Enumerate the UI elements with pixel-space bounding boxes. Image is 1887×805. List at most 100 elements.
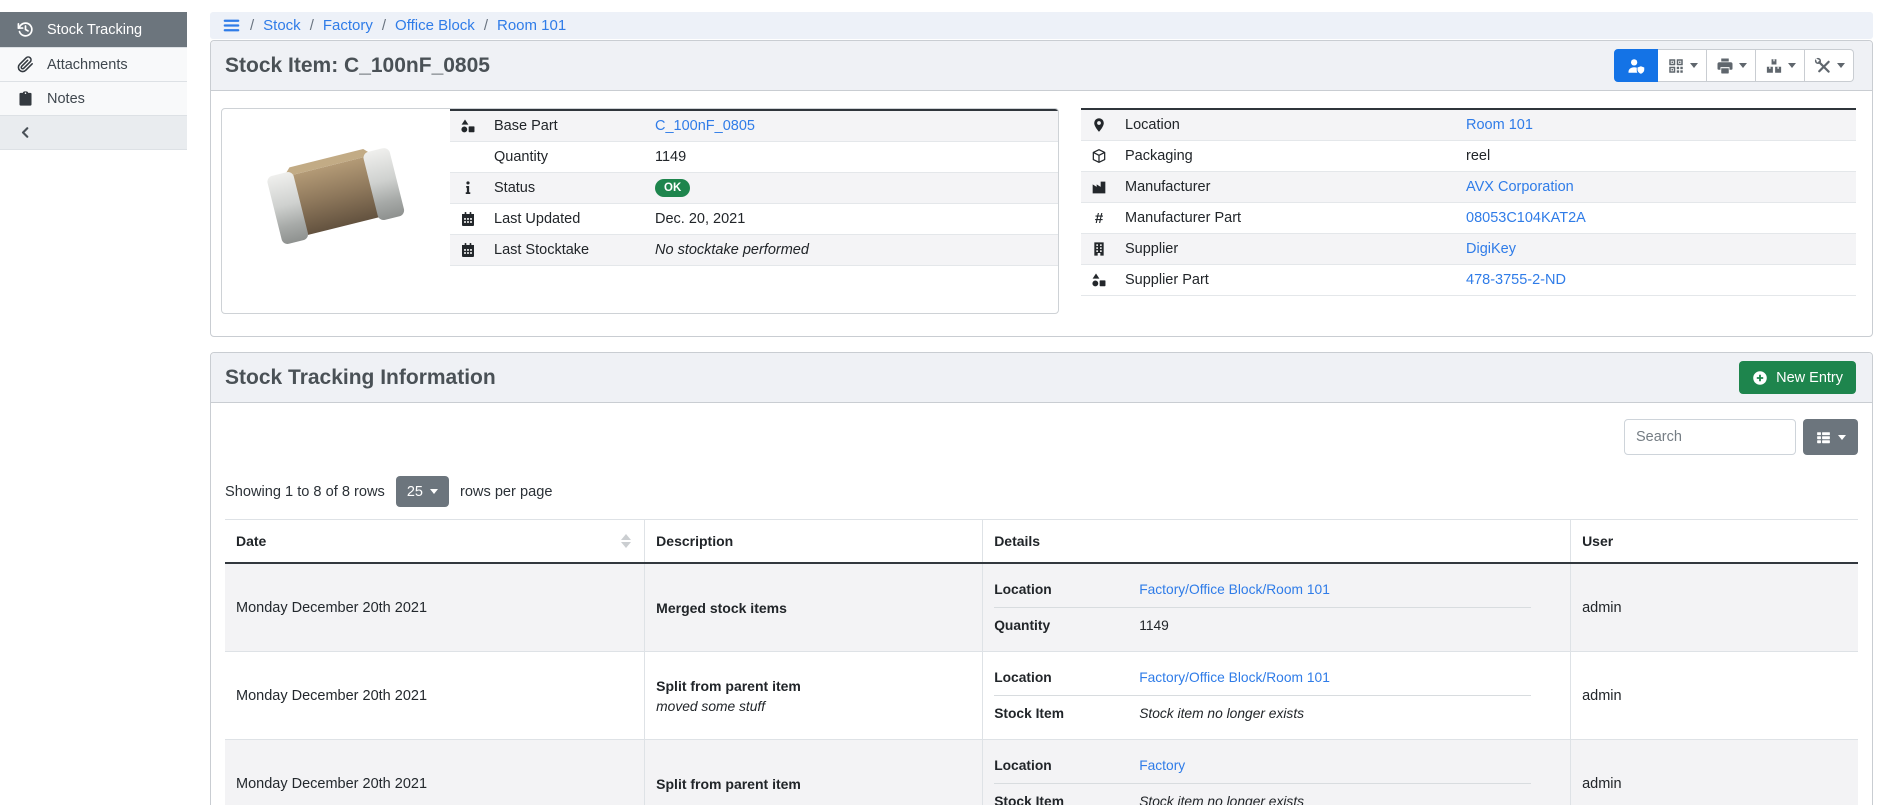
detail-value-quantity: 1149 [655, 149, 686, 165]
detail-row-last-updated: Last UpdatedDec. 20, 2021 [450, 204, 1058, 235]
breadcrumb-link-room-101[interactable]: Room 101 [497, 17, 566, 34]
stock-details-table: Base PartC_100nF_0805Quantity1149StatusO… [450, 109, 1058, 266]
pagination-info: Showing 1 to 8 of 8 rows 25 rows per pag… [225, 476, 1858, 507]
tracking-detail-label: Location [994, 582, 1139, 597]
detail-label: Supplier [1125, 241, 1466, 257]
box-icon [1091, 148, 1107, 164]
capacitor-image [260, 135, 412, 260]
tracking-detail-location: LocationFactory [994, 748, 1531, 784]
detail-link-base-part[interactable]: C_100nF_0805 [655, 118, 755, 134]
detail-link-supplier-part[interactable]: 478-3755-2-ND [1466, 272, 1566, 288]
tracking-detail-value: Stock item no longer exists [1139, 706, 1531, 721]
detail-row-manufacturer: ManufacturerAVX Corporation [1081, 172, 1856, 203]
details-cell: LocationFactoryStock ItemStock item no l… [983, 740, 1571, 805]
breadcrumb-separator: / [310, 17, 314, 34]
detail-value-packaging: reel [1466, 148, 1490, 164]
caret-down-icon [1838, 435, 1846, 440]
detail-row-location: LocationRoom 101 [1081, 110, 1856, 141]
details-cell: LocationFactory/Office Block/Room 101 Sto… [983, 652, 1571, 740]
tools-icon [1814, 57, 1832, 75]
tracking-detail-label: Location [994, 758, 1139, 773]
breadcrumb-link-factory[interactable]: Factory [323, 17, 373, 34]
breadcrumb-separator: / [382, 17, 386, 34]
stock-tracking-table: DateDescriptionDetailsUser Monday Decemb… [225, 519, 1858, 805]
detail-link-supplier[interactable]: DigiKey [1466, 241, 1516, 257]
detail-label: Last Stocktake [494, 242, 655, 258]
detail-row-quantity: Quantity1149 [450, 142, 1058, 173]
detail-row-supplier-part: Supplier Part478-3755-2-ND [1081, 265, 1856, 296]
date-cell: Monday December 20th 2021 [225, 740, 645, 805]
tracking-detail-label: Quantity [994, 618, 1139, 633]
paperclip-icon [17, 56, 34, 73]
tracking-detail-link[interactable]: Factory/Office Block/Room 101 [1139, 670, 1531, 685]
breadcrumb-link-stock[interactable]: Stock [263, 17, 301, 34]
detail-label: Quantity [494, 149, 655, 165]
description-cell: Merged stock items [645, 563, 983, 652]
location-details-table: LocationRoom 101PackagingreelManufacture… [1081, 108, 1856, 314]
description-text: Split from parent item [656, 678, 971, 694]
detail-label: Packaging [1125, 148, 1466, 164]
admin-user-button[interactable] [1614, 49, 1658, 82]
sidebar-item-label: Notes [47, 91, 85, 107]
caret-down-icon [430, 489, 438, 494]
tracking-detail-link[interactable]: Factory/Office Block/Room 101 [1139, 582, 1531, 597]
column-header-user: User [1571, 520, 1858, 564]
breadcrumb-link-office-block[interactable]: Office Block [395, 17, 475, 34]
caret-down-icon [1788, 63, 1796, 68]
user-cell: admin [1571, 740, 1858, 805]
table-body: Monday December 20th 2021 Merged stock it… [225, 563, 1858, 805]
detail-label: Manufacturer [1125, 179, 1466, 195]
column-header-description: Description [645, 520, 983, 564]
sidebar-item-notes[interactable]: Notes [0, 82, 187, 116]
user-cell: admin [1571, 563, 1858, 652]
detail-label: Last Updated [494, 211, 655, 227]
detail-row-base-part: Base PartC_100nF_0805 [450, 111, 1058, 142]
detail-label: Supplier Part [1125, 272, 1466, 288]
table-header-row: DateDescriptionDetailsUser [225, 520, 1858, 564]
stock-item-panel-header: Stock Item: C_100nF_0805 [211, 41, 1872, 91]
stock-actions-button[interactable] [1756, 49, 1805, 82]
tracking-detail-quantity: Quantity1149 [994, 608, 1531, 643]
printer-icon [1716, 57, 1734, 75]
column-header-date[interactable]: Date [225, 520, 645, 564]
description-cell: Split from parent item [645, 740, 983, 805]
detail-value-last-updated: Dec. 20, 2021 [655, 211, 745, 227]
page-size-select[interactable]: 25 [396, 476, 449, 507]
barcode-actions-button[interactable] [1658, 49, 1707, 82]
detail-link-manufacturer-part[interactable]: 08053C104KAT2A [1466, 210, 1586, 226]
detail-label: Manufacturer Part [1125, 210, 1466, 226]
edit-actions-button[interactable] [1805, 49, 1854, 82]
clipboard-icon [17, 90, 34, 107]
detail-value-last-stocktake: No stocktake performed [655, 242, 809, 258]
details-cell: LocationFactory/Office Block/Room 101 Qua… [983, 563, 1571, 652]
toolbar [1614, 49, 1854, 82]
detail-row-packaging: Packagingreel [1081, 141, 1856, 172]
detail-label: Location [1125, 117, 1466, 133]
sidebar-item-stock-tracking[interactable]: Stock Tracking [0, 12, 187, 48]
sidebar-item-attachments[interactable]: Attachments [0, 48, 187, 82]
description-text: Split from parent item [656, 776, 971, 792]
sort-icon [621, 534, 631, 548]
breadcrumb-separator: / [250, 17, 254, 34]
new-entry-button[interactable]: New Entry [1739, 361, 1856, 394]
search-input[interactable] [1624, 419, 1796, 455]
plus-circle-icon [1752, 370, 1768, 386]
pagination-text: Showing 1 to 8 of 8 rows [225, 484, 385, 500]
caret-down-icon [1690, 63, 1698, 68]
section-title: Stock Tracking Information [225, 366, 496, 390]
tracking-row: Monday December 20th 2021Merged stock it… [225, 563, 1858, 652]
detail-link-manufacturer[interactable]: AVX Corporation [1466, 179, 1574, 195]
description-note: moved some stuff [656, 699, 971, 714]
print-actions-button[interactable] [1707, 49, 1756, 82]
columns-button[interactable] [1803, 419, 1858, 455]
part-thumbnail [222, 109, 450, 260]
tracking-detail-label: Location [994, 670, 1139, 685]
shapes-icon [460, 118, 476, 134]
detail-link-location[interactable]: Room 101 [1466, 117, 1533, 133]
hamburger-menu-icon[interactable] [222, 16, 241, 35]
shapes-icon [1091, 272, 1107, 288]
tracking-detail-link[interactable]: Factory [1139, 758, 1531, 773]
detail-row-last-stocktake: Last StocktakeNo stocktake performed [450, 235, 1058, 266]
tracking-detail-stock-item: Stock ItemStock item no longer exists [994, 696, 1531, 731]
sidebar-collapse-button[interactable] [0, 116, 187, 150]
